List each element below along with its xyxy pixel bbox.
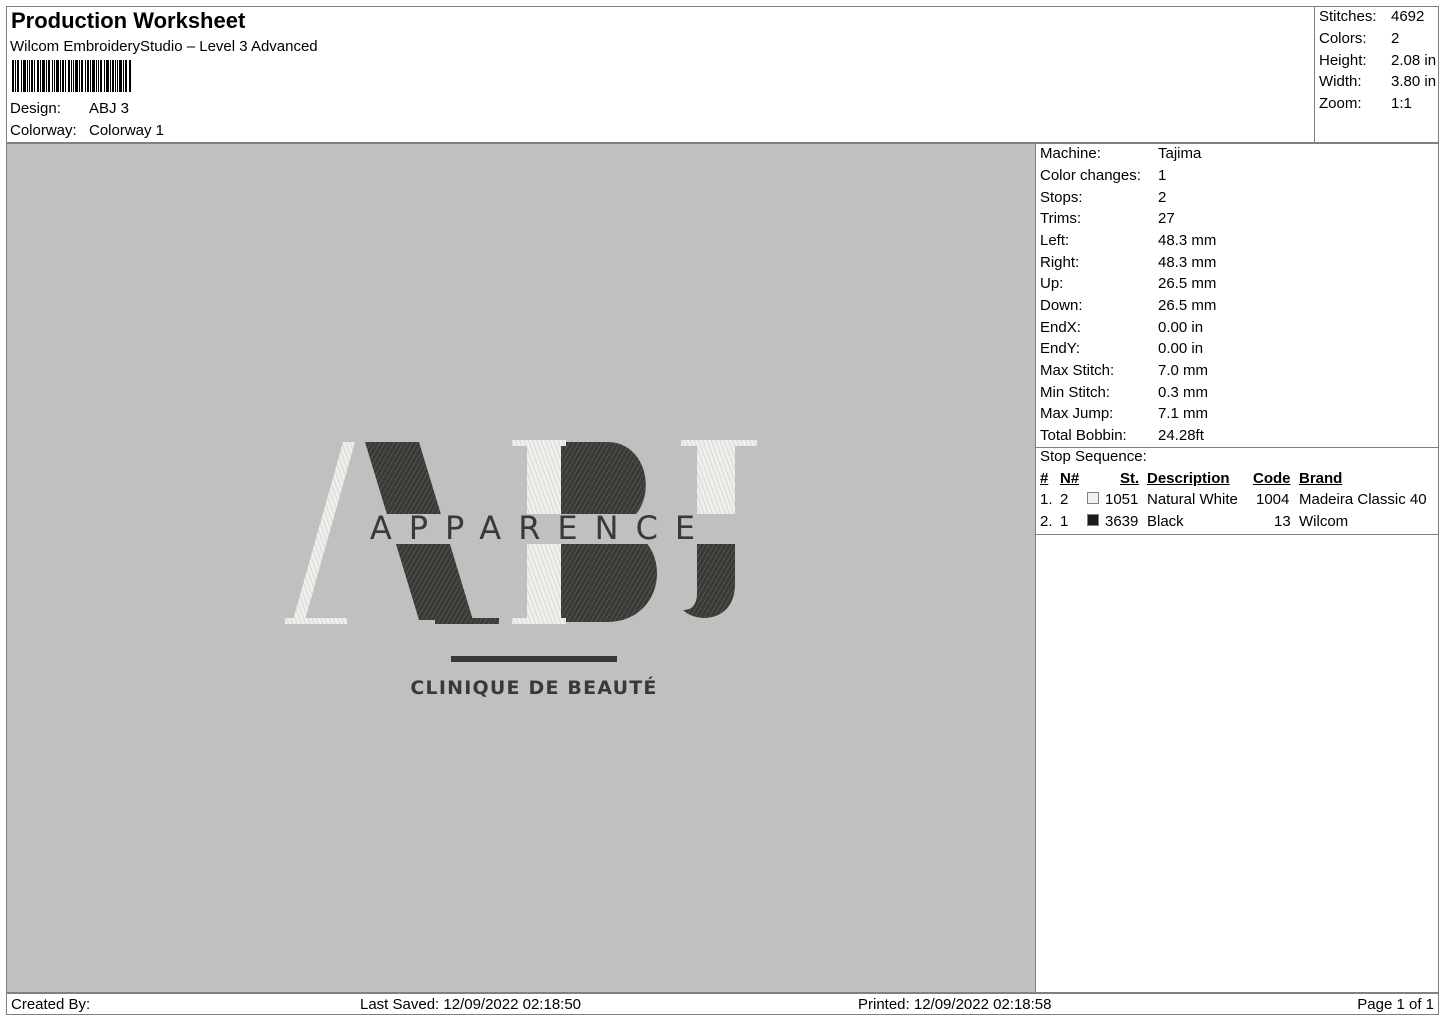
info-machine: Machine: Tajima xyxy=(1040,145,1202,162)
info-right: Right: 48.3 mm xyxy=(1040,254,1217,271)
worksheet-footer: Created By: Last Saved: 12/09/2022 02:18… xyxy=(6,993,1439,1015)
summary-height: Height: 2.08 in xyxy=(1319,52,1437,69)
colorway-field: Colorway: Colorway 1 xyxy=(10,122,164,139)
row-description: Black xyxy=(1147,513,1184,530)
info-min-stitch: Min Stitch: 0.3 mm xyxy=(1040,384,1209,401)
row-description: Natural White xyxy=(1147,491,1238,508)
machine-info-panel: Machine: Tajima Color changes: 1 Stops: 2 T… xyxy=(1036,143,1439,993)
stop-sequence-label: Stop Sequence: xyxy=(1040,448,1147,465)
wordmark-text: APPARENCE xyxy=(370,509,712,547)
summary-stitches: Stitches: 4692 xyxy=(1319,8,1425,25)
info-up: Up: 26.5 mm xyxy=(1040,275,1217,292)
page-number: Page 1 of 1 xyxy=(1357,996,1434,1013)
row-stitches: 1051 xyxy=(1105,491,1139,508)
barcode xyxy=(12,60,131,92)
row-needle: 1 xyxy=(1060,513,1069,530)
col-header-stitches: St. xyxy=(1120,470,1140,487)
design-label: Design: xyxy=(10,100,61,117)
info-total-bobbin: Total Bobbin: 24.28ft xyxy=(1040,427,1204,444)
row-needle: 2 xyxy=(1060,491,1069,508)
info-color-changes: Color changes: 1 xyxy=(1040,167,1167,184)
col-header-brand: Brand xyxy=(1299,470,1343,487)
printed-date: Printed: 12/09/2022 02:18:58 xyxy=(858,996,1052,1013)
col-header-needle: N# xyxy=(1060,470,1080,487)
row-brand: Madeira Classic 40 xyxy=(1299,491,1427,508)
info-left: Left: 48.3 mm xyxy=(1040,232,1217,249)
col-header-description: Description xyxy=(1147,470,1230,487)
col-header-index: # xyxy=(1040,470,1049,487)
row-index: 2. xyxy=(1040,513,1053,530)
divider xyxy=(1036,534,1439,535)
info-endx: EndX: 0.00 in xyxy=(1040,319,1204,336)
info-stops: Stops: 2 xyxy=(1040,189,1167,206)
row-code: 13 xyxy=(1274,513,1291,530)
colorway-label: Colorway: xyxy=(10,122,77,139)
tagline-text: CLINIQUE DE BEAUTÉ xyxy=(410,676,657,699)
info-max-jump: Max Jump: 7.1 mm xyxy=(1040,405,1209,422)
row-brand: Wilcom xyxy=(1299,513,1349,530)
worksheet-title: Production Worksheet xyxy=(11,8,246,33)
design-divider xyxy=(451,656,617,662)
info-down: Down: 26.5 mm xyxy=(1040,297,1217,314)
summary-width: Width: 3.80 in xyxy=(1319,73,1437,90)
embroidery-design: APPARENCE CLINIQUE DE BEAUTÉ xyxy=(285,440,757,699)
software-name: Wilcom EmbroideryStudio – Level 3 Advanc… xyxy=(10,38,318,55)
created-by: Created By: xyxy=(11,996,91,1013)
row-stitches: 3639 xyxy=(1105,513,1139,530)
thread-swatch xyxy=(1087,492,1099,504)
design-value: ABJ 3 xyxy=(89,100,130,117)
row-index: 1. xyxy=(1040,491,1053,508)
colorway-value: Colorway 1 xyxy=(89,122,165,139)
design-preview: APPARENCE CLINIQUE DE BEAUTÉ xyxy=(6,143,1036,993)
summary-colors: Colors: 2 xyxy=(1319,30,1400,47)
design-summary: Stitches: 4692 Colors: 2 Height: 2.08 in Wi… xyxy=(1314,6,1440,143)
summary-zoom: Zoom: 1:1 xyxy=(1319,95,1412,112)
design-field: Design: ABJ 3 xyxy=(10,100,129,117)
col-header-code: Code xyxy=(1253,470,1291,487)
thread-swatch xyxy=(1087,514,1099,526)
row-code: 1004 xyxy=(1256,491,1290,508)
info-endy: EndY: 0.00 in xyxy=(1040,340,1204,357)
last-saved: Last Saved: 12/09/2022 02:18:50 xyxy=(360,996,582,1013)
info-trims: Trims: 27 xyxy=(1040,210,1175,227)
info-max-stitch: Max Stitch: 7.0 mm xyxy=(1040,362,1209,379)
